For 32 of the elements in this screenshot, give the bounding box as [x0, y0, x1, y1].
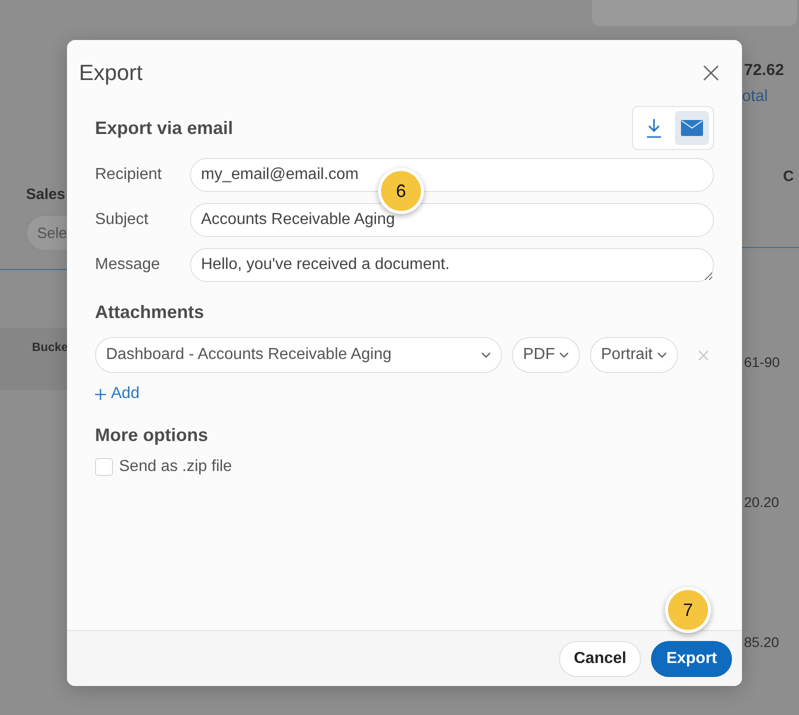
table-cell-text: 85.20: [744, 634, 780, 650]
cancel-button[interactable]: Cancel: [558, 640, 642, 676]
format-select[interactable]: PDF: [512, 337, 580, 373]
field-label: Recipient: [95, 166, 163, 184]
checkbox[interactable]: [95, 458, 113, 476]
table-cell-text: 61-90: [744, 354, 781, 370]
field-label: Message: [95, 256, 161, 274]
orientation-select[interactable]: Portrait: [590, 337, 678, 373]
table-cell-text: 20.20: [744, 494, 780, 510]
section-title: More options: [95, 425, 209, 446]
filter-label: C: [783, 168, 795, 185]
add-link[interactable]: Add: [95, 385, 140, 403]
dialog-title: Export: [79, 60, 143, 86]
email-mode-button[interactable]: [675, 111, 709, 145]
input-field[interactable]: Accounts Receivable Aging: [190, 203, 714, 237]
section-title: Attachments: [95, 302, 206, 323]
chevron-down-icon: [481, 352, 491, 358]
total-amount: 72.62: [744, 62, 786, 80]
filter-label: Sales: [26, 186, 66, 203]
chevron-down-icon: [656, 352, 667, 358]
field-label: Subject: [95, 211, 150, 229]
chevron-down-icon: [559, 352, 569, 358]
checkbox-label: Send as .zip file: [119, 458, 232, 476]
column-header: Bucke: [32, 340, 68, 356]
section-title: Export via email: [95, 118, 234, 138]
plus-icon: [95, 388, 106, 400]
download-icon: [646, 118, 662, 138]
envelope-icon: [681, 120, 703, 136]
message-field[interactable]: Hello, you've received a document.: [190, 248, 714, 282]
document-select[interactable]: Dashboard - Accounts Receivable Aging: [95, 337, 502, 373]
export-button[interactable]: Export: [651, 640, 732, 676]
total-caption: otal: [742, 88, 769, 106]
